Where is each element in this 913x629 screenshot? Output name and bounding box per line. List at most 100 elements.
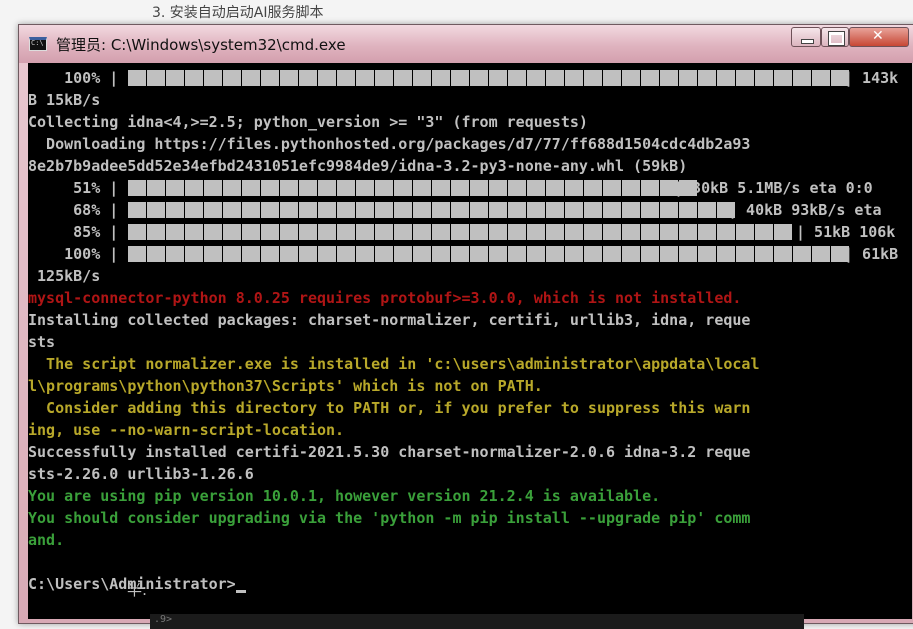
- progress-segment: [641, 70, 659, 86]
- console-line: ing, use --no-warn-script-location.: [28, 421, 345, 439]
- progress-segment: [622, 180, 640, 196]
- maximize-button[interactable]: [821, 27, 849, 47]
- console-line: Successfully installed certifi-2021.5.30…: [28, 443, 751, 461]
- progress-segment: [489, 246, 507, 262]
- progress-segment: [603, 224, 621, 240]
- progress-segment: [185, 202, 203, 218]
- title-bar[interactable]: 管理员: C:\Windows\system32\cmd.exe: [19, 25, 913, 63]
- progress-segment: [337, 202, 355, 218]
- progress-segment: [527, 180, 545, 196]
- console-line: mysql-connector-python 8.0.25 requires p…: [28, 289, 742, 307]
- cmd-window[interactable]: 管理员: C:\Windows\system32\cmd.exe 100% | …: [18, 24, 913, 624]
- text-cursor: [235, 590, 246, 593]
- progress-segment: [622, 224, 640, 240]
- progress-segment: [660, 202, 678, 218]
- progress-segment: [679, 246, 697, 262]
- progress-segment: [451, 246, 469, 262]
- progress-bar: [128, 202, 735, 218]
- progress-segment: [280, 180, 298, 196]
- progress-segment: [356, 224, 374, 240]
- progress-stats: | 143k: [844, 69, 899, 87]
- progress-segment: [299, 70, 317, 86]
- progress-segment: [432, 202, 450, 218]
- progress-segment: [204, 180, 222, 196]
- progress-segment: [280, 202, 298, 218]
- progress-segment: [584, 202, 602, 218]
- progress-segment: [204, 246, 222, 262]
- window-title: 管理员: C:\Windows\system32\cmd.exe: [56, 36, 346, 54]
- console-line: 8e2b7b9adee5dd52e34efbd2431051efc9984de9…: [28, 157, 688, 175]
- progress-segment: [185, 224, 203, 240]
- progress-segment: [717, 70, 735, 86]
- progress-segment: [375, 246, 393, 262]
- progress-segment: [565, 70, 583, 86]
- progress-segment: [261, 224, 279, 240]
- progress-segment: [527, 224, 545, 240]
- progress-segment: [299, 180, 317, 196]
- progress-segment: [147, 224, 165, 240]
- progress-segment: [394, 246, 412, 262]
- progress-segment: [413, 246, 431, 262]
- progress-segment: [698, 202, 716, 218]
- progress-segment: [318, 70, 336, 86]
- progress-segment: [147, 246, 165, 262]
- progress-segment: [432, 246, 450, 262]
- console-line: B 15kB/s: [28, 91, 101, 109]
- doc-heading: 3. 安装自动启动AI服务脚本: [152, 5, 324, 21]
- progress-stats: | 30kB 5.1MB/s eta 0:0: [674, 179, 873, 197]
- progress-segment: [375, 180, 393, 196]
- progress-segment: [223, 224, 241, 240]
- progress-segment: [565, 202, 583, 218]
- progress-segment: [679, 202, 697, 218]
- progress-segment: [261, 180, 279, 196]
- progress-segment: [679, 224, 697, 240]
- progress-segment: [755, 246, 773, 262]
- progress-segment: [242, 246, 260, 262]
- progress-segment: [223, 202, 241, 218]
- progress-segment: [622, 70, 640, 86]
- progress-segment: [508, 180, 526, 196]
- console-line: Downloading https://files.pythonhosted.o…: [28, 135, 751, 153]
- progress-segment: [774, 246, 792, 262]
- progress-segment: [147, 70, 165, 86]
- progress-segment: [223, 70, 241, 86]
- progress-segment: [128, 224, 146, 240]
- progress-segment: [717, 224, 735, 240]
- progress-segment: [432, 180, 450, 196]
- progress-segment: [736, 246, 754, 262]
- progress-segment: [242, 202, 260, 218]
- progress-segment: [375, 224, 393, 240]
- progress-row: 100% | | 61kB: [28, 243, 912, 265]
- progress-segment: [622, 246, 640, 262]
- progress-segment: [641, 202, 659, 218]
- progress-segment: [584, 246, 602, 262]
- progress-segment: [337, 224, 355, 240]
- progress-segment: [413, 70, 431, 86]
- progress-segment: [603, 246, 621, 262]
- console-line: and.: [28, 531, 65, 549]
- progress-segment: [736, 224, 754, 240]
- progress-segment: [261, 202, 279, 218]
- progress-segment: [565, 246, 583, 262]
- progress-segment: [432, 224, 450, 240]
- progress-segment: [128, 180, 146, 196]
- progress-segment: [489, 180, 507, 196]
- progress-segment: [280, 246, 298, 262]
- progress-segment: [185, 246, 203, 262]
- console-output[interactable]: 100% | | 143k B 15kB/s Collecting idna<4…: [28, 63, 912, 619]
- progress-bar: [128, 70, 849, 86]
- progress-segment: [603, 70, 621, 86]
- progress-segment: [337, 246, 355, 262]
- progress-segment: [280, 224, 298, 240]
- progress-segment: [698, 224, 716, 240]
- progress-segment: [660, 70, 678, 86]
- minimize-button[interactable]: [791, 27, 821, 47]
- progress-segment: [793, 246, 811, 262]
- progress-segment: [128, 70, 146, 86]
- progress-segment: [508, 70, 526, 86]
- progress-segment: [489, 224, 507, 240]
- progress-segment: [299, 246, 317, 262]
- progress-segment: [641, 246, 659, 262]
- cmd-app-icon[interactable]: [29, 37, 47, 51]
- close-button[interactable]: [849, 27, 909, 47]
